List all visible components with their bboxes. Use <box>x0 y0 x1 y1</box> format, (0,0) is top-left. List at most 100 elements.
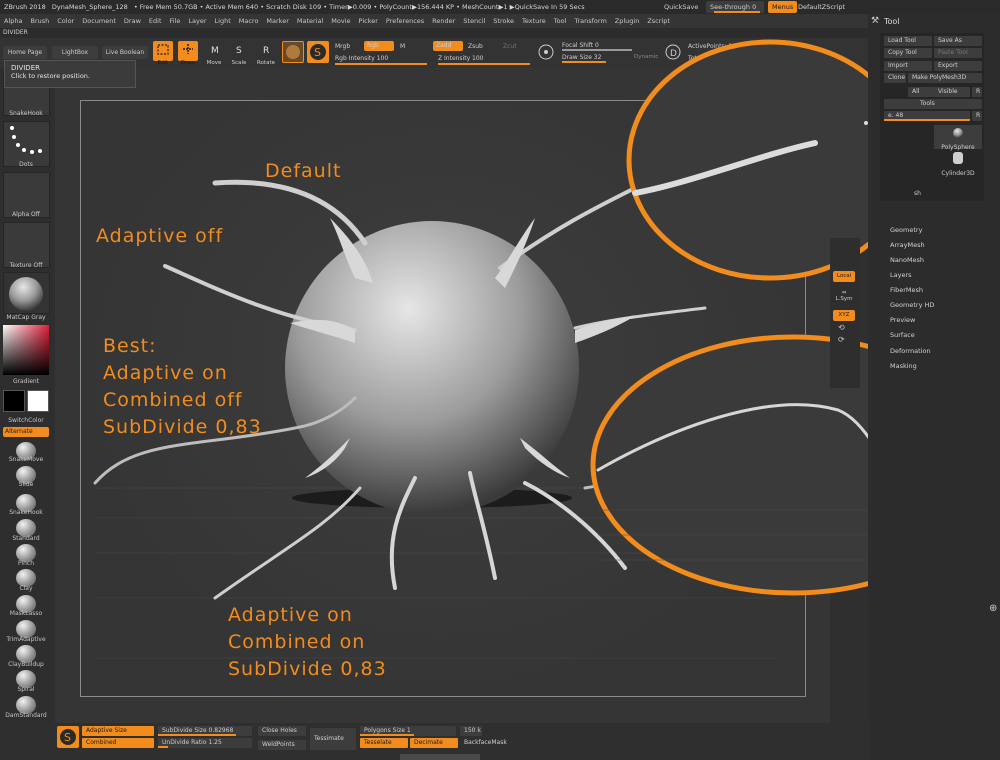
adaptive-size-button[interactable]: Adaptive Size <box>82 726 154 736</box>
rotate-z-icon[interactable]: ⟳ <box>838 335 845 344</box>
curve-brush-button[interactable]: S <box>57 726 79 748</box>
color-picker[interactable] <box>3 325 49 375</box>
menu-material[interactable]: Material <box>297 14 323 28</box>
move-button[interactable]: M Move <box>204 41 224 66</box>
bottom-shelf-divider[interactable] <box>400 754 480 760</box>
material-button[interactable] <box>282 41 304 63</box>
tessimate-button[interactable]: Tessimate <box>310 728 356 750</box>
mrgb-button[interactable]: Mrgb <box>335 43 350 50</box>
rgb-intensity-slider[interactable]: Rgb Intensity 100 <box>335 55 388 62</box>
masking-subpalette[interactable]: Masking <box>890 362 917 370</box>
nanomesh-subpalette[interactable]: NanoMesh <box>890 256 924 264</box>
xyz-button[interactable]: XYZ <box>833 310 855 321</box>
live-boolean-button[interactable]: Live Boolean <box>102 46 148 59</box>
tool-slider-r-button[interactable]: R <box>972 111 982 121</box>
tesselate-button[interactable]: Tesselate <box>360 738 408 748</box>
menu-picker[interactable]: Picker <box>359 14 378 28</box>
close-holes-button[interactable]: Close Holes <box>258 726 306 736</box>
secondary-color-swatch[interactable] <box>27 390 49 412</box>
layers-subpalette[interactable]: Layers <box>890 271 912 279</box>
preview-subpalette[interactable]: Preview <box>890 316 915 324</box>
import-button[interactable]: Import <box>884 61 932 71</box>
focal-shift-slider[interactable]: Focal Shift 0 <box>562 42 599 49</box>
paste-tool-button[interactable]: Paste Tool <box>934 48 982 58</box>
menu-alpha[interactable]: Alpha <box>4 14 22 28</box>
weld-points-button[interactable]: WeldPoints <box>258 740 306 750</box>
zsub-button[interactable]: Zsub <box>468 43 483 50</box>
z-intensity-slider[interactable]: Z Intensity 100 <box>438 55 484 62</box>
polysphere-tool[interactable]: PolySphere <box>934 125 982 151</box>
quicksave-button[interactable]: QuickSave <box>660 1 702 13</box>
menu-render[interactable]: Render <box>432 14 455 28</box>
cylinder-tool[interactable]: Cylinder3D <box>934 150 982 177</box>
all-button[interactable]: All <box>908 87 936 97</box>
primary-color-swatch[interactable] <box>3 390 25 412</box>
standard-brush-button[interactable]: S <box>307 41 329 63</box>
menu-zplugin[interactable]: Zplugin <box>615 14 640 28</box>
zcut-button[interactable]: Zcut <box>503 43 517 50</box>
menu-zscript[interactable]: Zscript <box>647 14 670 28</box>
label-combined-combined: Combined on <box>228 631 366 653</box>
menu-draw[interactable]: Draw <box>124 14 141 28</box>
menu-layer[interactable]: Layer <box>188 14 206 28</box>
copy-tool-button[interactable]: Copy Tool <box>884 48 932 58</box>
visible-button[interactable]: Visible <box>934 87 970 97</box>
matcap-thumb[interactable] <box>3 272 50 314</box>
menu-preferences[interactable]: Preferences <box>386 14 424 28</box>
menu-macro[interactable]: Macro <box>239 14 259 28</box>
hammer-icon: ⚒ <box>871 16 880 26</box>
scale-button[interactable]: S Scale <box>229 41 249 66</box>
menu-movie[interactable]: Movie <box>331 14 350 28</box>
geometry-hd-subpalette[interactable]: Geometry HD <box>890 301 934 309</box>
home-page-button[interactable]: Home Page <box>3 46 47 59</box>
r-button[interactable]: R <box>972 87 982 97</box>
svg-text:S: S <box>64 731 71 744</box>
decimate-button[interactable]: Decimate <box>410 738 458 748</box>
menu-color[interactable]: Color <box>57 14 74 28</box>
rotate-y-icon[interactable]: ⟲ <box>838 323 845 332</box>
make-polymesh-button[interactable]: Make PolyMesh3D <box>908 73 982 83</box>
menu-texture[interactable]: Texture <box>522 14 546 28</box>
menu-document[interactable]: Document <box>82 14 116 28</box>
menu-stroke[interactable]: Stroke <box>493 14 514 28</box>
menu-light[interactable]: Light <box>215 14 231 28</box>
rgb-button[interactable]: Rgb <box>364 41 394 51</box>
arraymesh-subpalette[interactable]: ArrayMesh <box>890 241 925 249</box>
zadd-button[interactable]: Zadd <box>433 41 463 51</box>
lightbox-button[interactable]: LightBox <box>52 46 98 59</box>
edit-button[interactable]: Edit <box>153 41 173 66</box>
surface-subpalette[interactable]: Surface <box>890 331 915 339</box>
menu-stencil[interactable]: Stencil <box>463 14 485 28</box>
menus-toggle[interactable]: Menus <box>768 1 798 13</box>
draw-size-slider[interactable]: Draw Size 32 <box>562 54 601 61</box>
lsym-button[interactable]: ⇔ L.Sym <box>833 290 855 306</box>
menu-transform[interactable]: Transform <box>574 14 606 28</box>
rotate-button[interactable]: R Rotate <box>256 41 276 66</box>
clone-button[interactable]: Clone <box>884 73 906 83</box>
menu-marker[interactable]: Marker <box>266 14 288 28</box>
combined-button[interactable]: Combined <box>82 738 154 748</box>
local-button[interactable]: Local <box>833 271 855 282</box>
geometry-subpalette[interactable]: Geometry <box>890 226 922 234</box>
tools-subpalette[interactable]: Tools <box>884 99 982 109</box>
menu-brush[interactable]: Brush <box>30 14 49 28</box>
m-button[interactable]: M <box>400 43 405 50</box>
poly-count-field[interactable]: 150 k <box>460 726 482 736</box>
save-as-button[interactable]: Save As <box>934 36 982 46</box>
lazy-mouse-button[interactable] <box>537 43 555 61</box>
menu-file[interactable]: File <box>170 14 181 28</box>
fibermesh-subpalette[interactable]: FiberMesh <box>890 286 923 294</box>
polysphere-icon <box>953 128 963 138</box>
draw-button[interactable]: Draw <box>178 41 198 66</box>
menu-edit[interactable]: Edit <box>149 14 162 28</box>
undivide-ratio-slider[interactable]: UnDivide Ratio 1.25 <box>158 738 252 748</box>
load-tool-button[interactable]: Load Tool <box>884 36 932 46</box>
menu-tool[interactable]: Tool <box>554 14 567 28</box>
backface-mask-button[interactable]: BackfaceMask <box>460 738 516 748</box>
palette-scroll-icon[interactable]: ⊕ <box>989 603 997 614</box>
deformation-subpalette[interactable]: Deformation <box>890 347 931 355</box>
export-button[interactable]: Export <box>934 61 982 71</box>
switch-color-button[interactable]: SwitchColor <box>0 417 52 424</box>
alternate-button[interactable]: Alternate <box>3 427 49 437</box>
default-zscript-button[interactable]: DefaultZScript <box>794 1 849 13</box>
